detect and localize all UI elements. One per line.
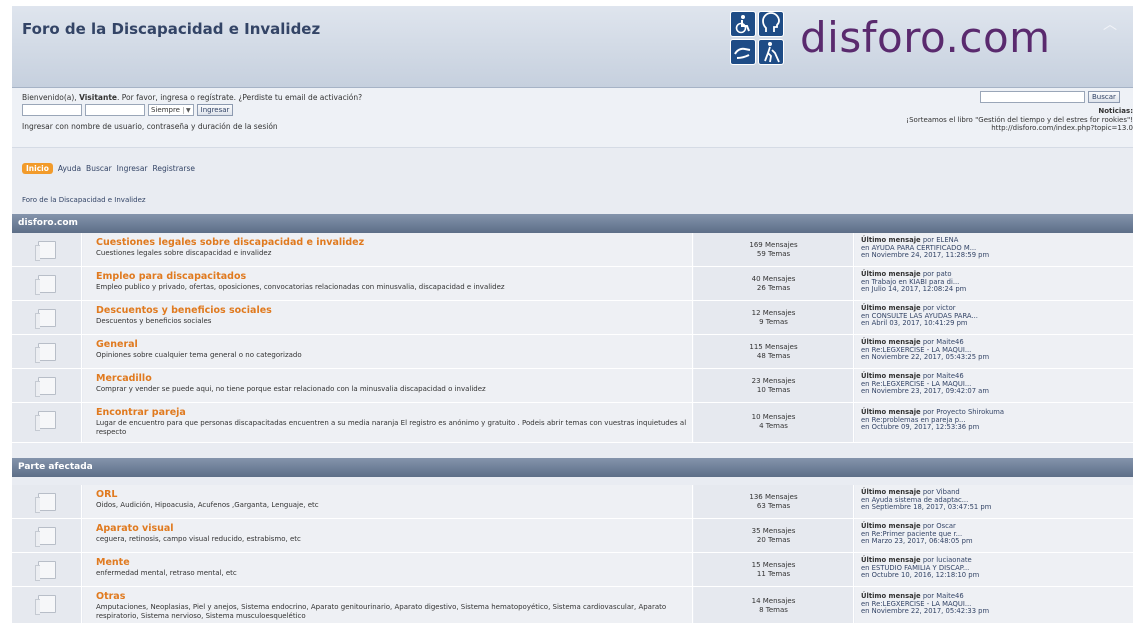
menu-item-ingresar[interactable]: Ingresar (117, 164, 148, 173)
login-hint: Ingresar con nombre de usuario, contrase… (22, 122, 278, 131)
visitor-label: Visitante (79, 93, 117, 102)
board-status-icon (12, 335, 82, 368)
category-header[interactable]: Parte afectada (12, 458, 1133, 477)
welcome-links[interactable]: . Por favor, ingresa o regístrate. ¿Perd… (117, 93, 362, 102)
board-status-icon (12, 403, 82, 442)
main-menu: Inicio Ayuda Buscar Ingresar Registrarse (22, 162, 195, 174)
username-input[interactable] (22, 104, 82, 116)
board-stats: 40 Mensajes 26 Temas (694, 267, 854, 300)
menu-item-registrarse[interactable]: Registrarse (153, 164, 195, 173)
board-title[interactable]: ORL (96, 489, 692, 500)
chevron-down-icon: ▼ (183, 106, 191, 114)
menu-item-ayuda[interactable]: Ayuda (58, 164, 81, 173)
search-input[interactable] (980, 91, 1085, 103)
category-header[interactable]: disforo.com (12, 214, 1133, 233)
board-row: ORL Oidos, Audición, Hipoacusia, Acufeno… (12, 485, 1133, 519)
board-title[interactable]: Encontrar pareja (96, 407, 692, 418)
board-stats: 136 Mensajes 63 Temas (694, 485, 854, 518)
page-header: Foro de la Discapacidad e Invalidez disf… (12, 6, 1133, 88)
board-description: Lugar de encuentro para que personas dis… (96, 419, 687, 436)
board-stats: 14 Mensajes 8 Temas (694, 587, 854, 623)
board-description: Opiniones sobre cualquier tema general o… (96, 351, 302, 359)
board-stats: 12 Mensajes 9 Temas (694, 301, 854, 334)
board-status-icon (12, 519, 82, 552)
board-status-icon (12, 267, 82, 300)
board-stats: 169 Mensajes 59 Temas (694, 233, 854, 266)
board-last-post: Último mensaje por Maite46 en Re:LEGXERC… (855, 587, 1133, 623)
news-line: ¡Sorteamos el libro "Gestión del tiempo … (906, 115, 1133, 124)
board-row: Mente enfermedad mental, retraso mental,… (12, 553, 1133, 587)
news-link[interactable]: http://disforo.com/index.php?topic=13.0 (733, 124, 1133, 133)
board-status-icon (12, 369, 82, 402)
board-description: ceguera, retinosis, campo visual reducid… (96, 535, 301, 543)
board-status-icon (12, 485, 82, 518)
board-description: Comprar y vender se puede aqui, no tiene… (96, 385, 486, 393)
sign-language-icon (730, 39, 756, 65)
board-description: Empleo publico y privado, ofertas, oposi… (96, 283, 505, 291)
search-form: Buscar (980, 91, 1120, 103)
board-description: Oidos, Audición, Hipoacusia, Acufenos ,G… (96, 501, 319, 509)
board-title[interactable]: Cuestiones legales sobre discapacidad e … (96, 237, 692, 248)
board-status-icon (12, 233, 82, 266)
login-form: Siempre ▼ Ingresar (22, 104, 234, 118)
logo-text: disforo.com (800, 13, 1051, 62)
board-status-icon (12, 301, 82, 334)
wheelchair-icon (730, 11, 756, 37)
board-row: General Opiniones sobre cualquier tema g… (12, 335, 1133, 369)
search-button[interactable]: Buscar (1088, 91, 1120, 103)
board-stats: 23 Mensajes 10 Temas (694, 369, 854, 402)
board-row: Descuentos y beneficios sociales Descuen… (12, 301, 1133, 335)
chevron-up-icon[interactable]: ︿ (1101, 16, 1119, 34)
board-title[interactable]: Mente (96, 557, 692, 568)
site-logo[interactable]: disforo.com (730, 11, 1120, 67)
board-status-icon (12, 553, 82, 586)
board-title[interactable]: Aparato visual (96, 523, 692, 534)
session-duration-select[interactable]: Siempre ▼ (148, 104, 194, 116)
head-icon (758, 11, 784, 37)
menu-item-inicio[interactable]: Inicio (22, 162, 53, 174)
board-last-post: Último mensaje por victor en CONSULTE LA… (855, 301, 1133, 334)
board-last-post: Último mensaje por ELENA en AYUDA PARA C… (855, 233, 1133, 266)
board-description: Cuestiones legales sobre discapacidad e … (96, 249, 272, 257)
board-title[interactable]: Otras (96, 591, 692, 602)
forum-page: Foro de la Discapacidad e Invalidez disf… (12, 6, 1133, 623)
board-stats: 35 Mensajes 20 Temas (694, 519, 854, 552)
welcome-message: Bienvenido(a), Visitante. Por favor, ing… (22, 93, 363, 102)
board-description: Amputaciones, Neoplasias, Piel y anejos,… (96, 603, 667, 620)
login-button[interactable]: Ingresar (196, 104, 234, 116)
board-row: Aparato visual ceguera, retinosis, campo… (12, 519, 1133, 553)
breadcrumb[interactable]: Foro de la Discapacidad e Invalidez (22, 196, 146, 204)
board-stats: 10 Mensajes 4 Temas (694, 403, 854, 442)
board-last-post: Último mensaje por Maite46 en Re:LEGXERC… (855, 335, 1133, 368)
board-row: Mercadillo Comprar y vender se puede aqu… (12, 369, 1133, 403)
menu-item-buscar[interactable]: Buscar (86, 164, 112, 173)
news-box: Noticias: ¡Sorteamos el libro "Gestión d… (733, 107, 1133, 133)
category-disforo: disforo.com Cuestiones legales sobre dis… (12, 214, 1133, 443)
board-last-post: Último mensaje por Proyecto Shirokuma en… (855, 403, 1133, 442)
user-area: Bienvenido(a), Visitante. Por favor, ing… (12, 88, 1133, 148)
board-title[interactable]: General (96, 339, 692, 350)
board-row: Empleo para discapacitados Empleo public… (12, 267, 1133, 301)
board-row: Encontrar pareja Lugar de encuentro para… (12, 403, 1133, 443)
board-title[interactable]: Empleo para discapacitados (96, 271, 692, 282)
board-last-post: Último mensaje por Maite46 en Re:LEGXERC… (855, 369, 1133, 402)
password-input[interactable] (85, 104, 145, 116)
board-last-post: Último mensaje por luciaonate en ESTUDIO… (855, 553, 1133, 586)
board-row: Cuestiones legales sobre discapacidad e … (12, 233, 1133, 267)
blind-person-icon (758, 39, 784, 65)
board-last-post: Último mensaje por Oscar en Re:Primer pa… (855, 519, 1133, 552)
board-last-post: Último mensaje por Viband en Ayuda siste… (855, 485, 1133, 518)
site-title[interactable]: Foro de la Discapacidad e Invalidez (22, 20, 320, 38)
board-stats: 15 Mensajes 11 Temas (694, 553, 854, 586)
board-status-icon (12, 587, 82, 623)
board-title[interactable]: Descuentos y beneficios sociales (96, 305, 692, 316)
board-description: enfermedad mental, retraso mental, etc (96, 569, 237, 577)
board-title[interactable]: Mercadillo (96, 373, 692, 384)
category-parte-afectada: Parte afectada ORL Oidos, Audición, Hipo… (12, 458, 1133, 623)
board-description: Descuentos y beneficios sociales (96, 317, 212, 325)
board-last-post: Último mensaje por pato en Trabajo en KI… (855, 267, 1133, 300)
board-row: Otras Amputaciones, Neoplasias, Piel y a… (12, 587, 1133, 623)
news-title: Noticias: (1098, 107, 1133, 115)
board-stats: 115 Mensajes 48 Temas (694, 335, 854, 368)
